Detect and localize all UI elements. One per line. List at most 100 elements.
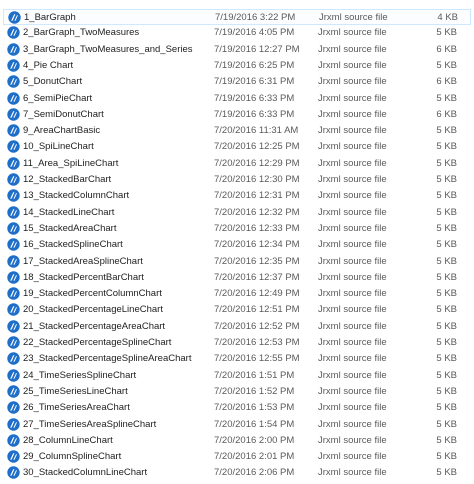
file-date-modified: 7/19/2016 3:22 PM [215,12,296,23]
file-name: 20_StackedPercentageLineChart [23,304,163,316]
file-size: 5 KB [436,434,457,446]
file-row[interactable]: 7_SemiDonutChart 7/19/2016 6:33 PM Jrxml s… [3,107,471,123]
jaspersoft-file-icon [7,401,20,414]
file-date-modified: 7/20/2016 12:29 PM [214,157,300,169]
file-row[interactable]: 24_TimeSeriesSplineChart 7/20/2016 1:51 P… [3,368,471,384]
jaspersoft-file-icon [7,156,20,170]
jaspersoft-file-icon [7,319,20,333]
file-name: 13_StackedColumnChart [23,190,130,202]
file-row[interactable]: 12_StackedBarChart 7/20/2016 12:30 PM Jrxm… [3,172,471,188]
jaspersoft-file-icon [7,254,20,268]
file-row[interactable]: 4_Pie Chart 7/19/2016 6:25 PM Jrxml source… [3,58,471,74]
file-size: 5 KB [436,190,457,202]
file-row[interactable]: 30_StackedColumnLineChart 7/20/2016 2:06 … [3,465,471,481]
file-size: 5 KB [436,157,457,169]
file-row[interactable]: 28_ColumnLineChart 7/20/2016 2:00 PM Jrxml… [3,433,471,449]
file-date-modified: 7/20/2016 1:54 PM [214,418,295,430]
file-row[interactable]: 13_StackedColumnChart 7/20/2016 12:31 PM J… [3,188,471,204]
file-row[interactable]: 3_BarGraph_TwoMeasures_and_Series 7/19/20… [3,42,471,58]
file-size: 5 KB [436,304,457,316]
file-type: Jrxml source file [318,108,387,120]
file-row[interactable]: 25_TimeSeriesLineChart 7/20/2016 1:52 PM J… [3,384,471,400]
jaspersoft-file-icon [7,222,20,235]
file-type: Jrxml source file [318,141,387,153]
file-name: 22_StackedPercentageSplineChart [23,337,172,348]
file-row[interactable]: 1_BarGraph 7/19/2016 3:22 PM Jrxml source … [3,9,471,25]
file-name: 25_TimeSeriesLineChart [23,385,128,397]
file-row[interactable]: 2_BarGraph_TwoMeasures 7/19/2016 4:05 PM J… [3,25,471,41]
jaspersoft-file-icon [7,303,20,317]
file-type: Jrxml source file [318,385,387,397]
file-type: Jrxml source file [318,76,387,88]
file-type: Jrxml source file [318,190,387,202]
file-date-modified: 7/20/2016 12:51 PM [214,304,300,316]
file-name: 14_StackedLineChart [23,206,115,218]
file-list: 1_BarGraph 7/19/2016 3:22 PM Jrxml source … [0,0,474,484]
file-date-modified: 7/20/2016 12:35 PM [214,255,300,267]
file-date-modified: 7/20/2016 12:33 PM [214,222,300,234]
file-size: 5 KB [436,239,457,251]
file-date-modified: 7/20/2016 12:37 PM [214,271,300,283]
file-type: Jrxml source file [318,125,387,137]
file-type: Jrxml source file [318,402,387,414]
file-date-modified: 7/20/2016 12:30 PM [214,174,300,185]
jaspersoft-file-icon [8,11,21,24]
file-type: Jrxml source file [318,320,387,332]
file-date-modified: 7/20/2016 1:53 PM [214,402,295,414]
file-row[interactable]: 19_StackedPercentColumnChart 7/20/2016 12… [3,286,471,302]
file-row[interactable]: 26_TimeSeriesAreaChart 7/20/2016 1:53 PM J… [3,400,471,416]
file-name: 29_ColumnSplineChart [23,451,122,463]
file-size: 4 KB [437,12,458,23]
file-row[interactable]: 5_DonutChart 7/19/2016 6:31 PM Jrxml sourc… [3,74,471,90]
file-name: 23_StackedPercentageSplineAreaChart [23,353,192,365]
file-date-modified: 7/20/2016 1:52 PM [214,385,295,397]
file-row[interactable]: 9_AreaChartBasic 7/20/2016 11:31 AM Jrxml … [3,123,471,139]
file-row[interactable]: 18_StackedPercentBarChart 7/20/2016 12:37… [3,270,471,286]
file-size: 6 KB [436,76,457,88]
file-date-modified: 7/20/2016 12:52 PM [214,320,300,332]
file-type: Jrxml source file [318,43,387,55]
file-row[interactable]: 6_SemiPieChart 7/19/2016 6:33 PM Jrxml sou… [3,91,471,107]
file-row[interactable]: 11_Area_SpiLineChart 7/20/2016 12:29 PM Jr… [3,156,471,172]
file-date-modified: 7/20/2016 11:31 AM [214,125,299,137]
jaspersoft-file-icon [7,189,20,202]
jaspersoft-file-icon [7,173,20,186]
file-row[interactable]: 14_StackedLineChart 7/20/2016 12:32 PM Jrx… [3,205,471,221]
file-date-modified: 7/19/2016 6:33 PM [214,92,295,104]
jaspersoft-file-icon [7,466,20,480]
file-name: 27_TimeSeriesAreaSplineChart [23,418,157,430]
file-name: 21_StackedPercentageAreaChart [23,320,166,332]
file-size: 5 KB [436,255,457,267]
file-date-modified: 7/19/2016 6:31 PM [214,76,295,88]
jaspersoft-file-icon [7,450,20,463]
jaspersoft-file-icon [7,434,20,447]
file-row[interactable]: 15_StackedAreaChart 7/20/2016 12:33 PM Jrx… [3,221,471,237]
file-row[interactable]: 22_StackedPercentageSplineChart 7/20/2016… [3,335,471,351]
file-date-modified: 7/20/2016 12:49 PM [214,288,300,300]
file-type: Jrxml source file [318,434,387,446]
file-size: 5 KB [436,451,457,463]
file-row[interactable]: 17_StackedAreaSplineChart 7/20/2016 12:35… [3,254,471,270]
file-size: 5 KB [436,353,457,365]
file-size: 5 KB [436,27,457,39]
file-row[interactable]: 23_StackedPercentageSplineAreaChart 7/20/… [3,351,471,367]
file-name: 7_SemiDonutChart [23,108,104,120]
file-date-modified: 7/20/2016 12:25 PM [214,141,300,153]
file-row[interactable]: 21_StackedPercentageAreaChart 7/20/2016 1… [3,319,471,335]
file-row[interactable]: 16_StackedSplineChart 7/20/2016 12:34 PM J… [3,237,471,253]
file-row[interactable]: 10_SpiLineChart 7/20/2016 12:25 PM Jrxml s… [3,139,471,155]
jaspersoft-file-icon [7,124,20,137]
file-name: 9_AreaChartBasic [23,125,101,137]
file-type: Jrxml source file [318,239,387,251]
file-row[interactable]: 20_StackedPercentageLineChart 7/20/2016 1… [3,302,471,318]
jaspersoft-file-icon [7,417,20,431]
jaspersoft-file-icon [7,59,20,72]
file-row[interactable]: 29_ColumnSplineChart 7/20/2016 2:01 PM Jrx… [3,449,471,465]
file-row[interactable]: 27_TimeSeriesAreaSplineChart 7/20/2016 1:… [3,417,471,433]
file-date-modified: 7/20/2016 12:55 PM [214,353,300,365]
file-name: 12_StackedBarChart [23,174,112,185]
jaspersoft-file-icon [7,238,20,251]
file-name: 19_StackedPercentColumnChart [23,288,162,300]
jaspersoft-file-icon [7,42,20,56]
file-type: Jrxml source file [318,288,387,300]
